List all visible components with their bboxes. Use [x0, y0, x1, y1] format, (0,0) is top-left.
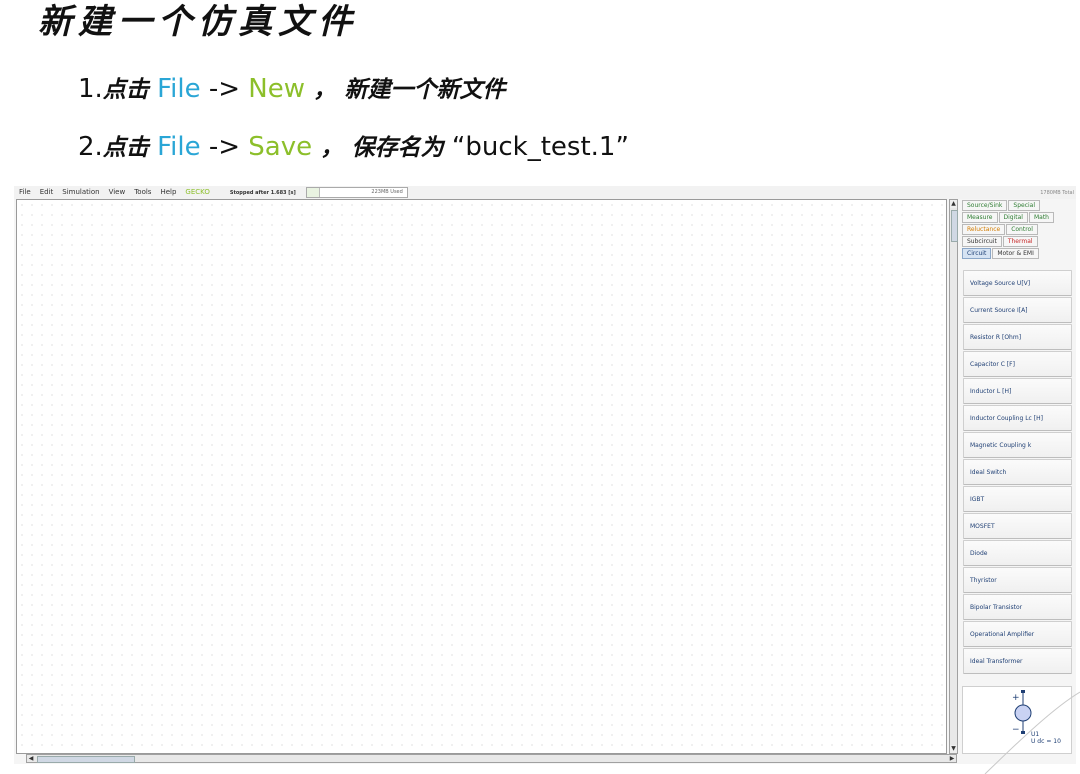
- slide-title: 新建一个仿真文件: [38, 2, 358, 42]
- component-button[interactable]: Current Source I[A]: [963, 297, 1072, 323]
- component-button[interactable]: Bipolar Transistor: [963, 594, 1072, 620]
- step-2-comma: ，: [320, 134, 344, 161]
- tab-motor-emi[interactable]: Motor & EMI: [992, 248, 1039, 259]
- component-list: Voltage Source U[V] Current Source I[A] Re…: [963, 270, 1072, 675]
- memory-used: 223MB Used: [371, 189, 403, 195]
- memory-fill: [306, 188, 320, 197]
- schematic-canvas[interactable]: [16, 199, 947, 754]
- step-2-item: Save: [248, 132, 313, 162]
- component-button[interactable]: Diode: [963, 540, 1072, 566]
- component-button[interactable]: Operational Amplifier: [963, 621, 1072, 647]
- decorative-curve: [984, 691, 1080, 774]
- step-1-action: 点击: [102, 76, 149, 103]
- component-button[interactable]: Ideal Transformer: [963, 648, 1072, 674]
- component-button[interactable]: IGBT: [963, 486, 1072, 512]
- step-2-arrow: ->: [208, 132, 241, 162]
- tab-source-sink[interactable]: Source/Sink: [962, 200, 1008, 211]
- tab-subcircuit[interactable]: Subcircuit: [962, 236, 1002, 247]
- gecko-app-window: File Edit Simulation View Tools Help GEC…: [14, 186, 1076, 764]
- step-1: 1.点击 File -> New ， 新建一个新文件: [78, 72, 506, 107]
- tab-math[interactable]: Math: [1028, 212, 1054, 223]
- step-2-number: 2.: [78, 132, 103, 162]
- menu-file[interactable]: File: [19, 186, 31, 199]
- component-button[interactable]: Capacitor C [F]: [963, 351, 1072, 377]
- vertical-scroll-thumb[interactable]: [951, 210, 958, 242]
- tab-row: Measure Digital Math: [960, 212, 1074, 223]
- horizontal-scrollbar[interactable]: ◀ ▶: [26, 754, 957, 763]
- step-2: 2.点击 File -> Save ， 保存名为 “buck_test.1”: [78, 130, 629, 165]
- component-button[interactable]: Thyristor: [963, 567, 1072, 593]
- step-2-desc: 保存名为: [351, 134, 444, 161]
- tab-row: Reluctance Control: [960, 224, 1074, 235]
- step-1-menu: File: [157, 74, 201, 104]
- step-2-menu: File: [157, 132, 201, 162]
- scroll-left-icon[interactable]: ◀: [27, 755, 35, 762]
- tab-measure[interactable]: Measure: [962, 212, 998, 223]
- component-button[interactable]: MOSFET: [963, 513, 1072, 539]
- step-1-item: New: [248, 74, 306, 104]
- tab-reluctance[interactable]: Reluctance: [962, 224, 1006, 235]
- tab-circuit[interactable]: Circuit: [962, 248, 992, 259]
- horizontal-scroll-thumb[interactable]: [37, 756, 135, 763]
- component-button[interactable]: Inductor L [H]: [963, 378, 1072, 404]
- step-1-number: 1.: [78, 74, 103, 104]
- memory-total: 1780MB Total: [1040, 190, 1074, 196]
- menu-bar: File Edit Simulation View Tools Help GEC…: [14, 186, 1076, 199]
- tab-row: Source/Sink Special: [960, 200, 1074, 211]
- component-button[interactable]: Inductor Coupling Lc [H]: [963, 405, 1072, 431]
- menu-edit[interactable]: Edit: [40, 186, 54, 199]
- simulation-status: Stopped after 1.683 [s]: [229, 189, 296, 196]
- menu-view[interactable]: View: [109, 186, 126, 199]
- menu-tools[interactable]: Tools: [134, 186, 151, 199]
- memory-indicator: 223MB Used: [305, 187, 408, 198]
- scroll-up-icon[interactable]: ▲: [950, 200, 957, 208]
- component-button[interactable]: Ideal Switch: [963, 459, 1072, 485]
- step-1-desc: 新建一个新文件: [344, 76, 506, 103]
- scroll-right-icon[interactable]: ▶: [948, 755, 956, 762]
- tab-row: Subcircuit Thermal: [960, 236, 1074, 247]
- component-panel: Source/Sink Special Measure Digital Math Relu…: [960, 199, 1074, 764]
- step-1-comma: ，: [313, 76, 337, 103]
- tab-control[interactable]: Control: [1006, 224, 1038, 235]
- step-2-action: 点击: [102, 134, 149, 161]
- step-2-filename: “buck_test.1”: [451, 132, 629, 162]
- tab-row: Circuit Motor & EMI: [960, 248, 1074, 259]
- menu-help[interactable]: Help: [160, 186, 176, 199]
- step-1-arrow: ->: [208, 74, 241, 104]
- component-button[interactable]: Resistor R [Ohm]: [963, 324, 1072, 350]
- component-tabs: Source/Sink Special Measure Digital Math Relu…: [960, 200, 1074, 259]
- tab-thermal[interactable]: Thermal: [1002, 236, 1038, 247]
- menu-gecko[interactable]: GECKO: [185, 186, 209, 199]
- scroll-down-icon[interactable]: ▼: [950, 745, 957, 753]
- component-button[interactable]: Magnetic Coupling k: [963, 432, 1072, 458]
- vertical-scrollbar[interactable]: ▲ ▼: [949, 199, 958, 754]
- menu-simulation[interactable]: Simulation: [62, 186, 99, 199]
- component-button[interactable]: Voltage Source U[V]: [963, 270, 1072, 296]
- tab-special[interactable]: Special: [1008, 200, 1041, 211]
- tab-digital[interactable]: Digital: [998, 212, 1028, 223]
